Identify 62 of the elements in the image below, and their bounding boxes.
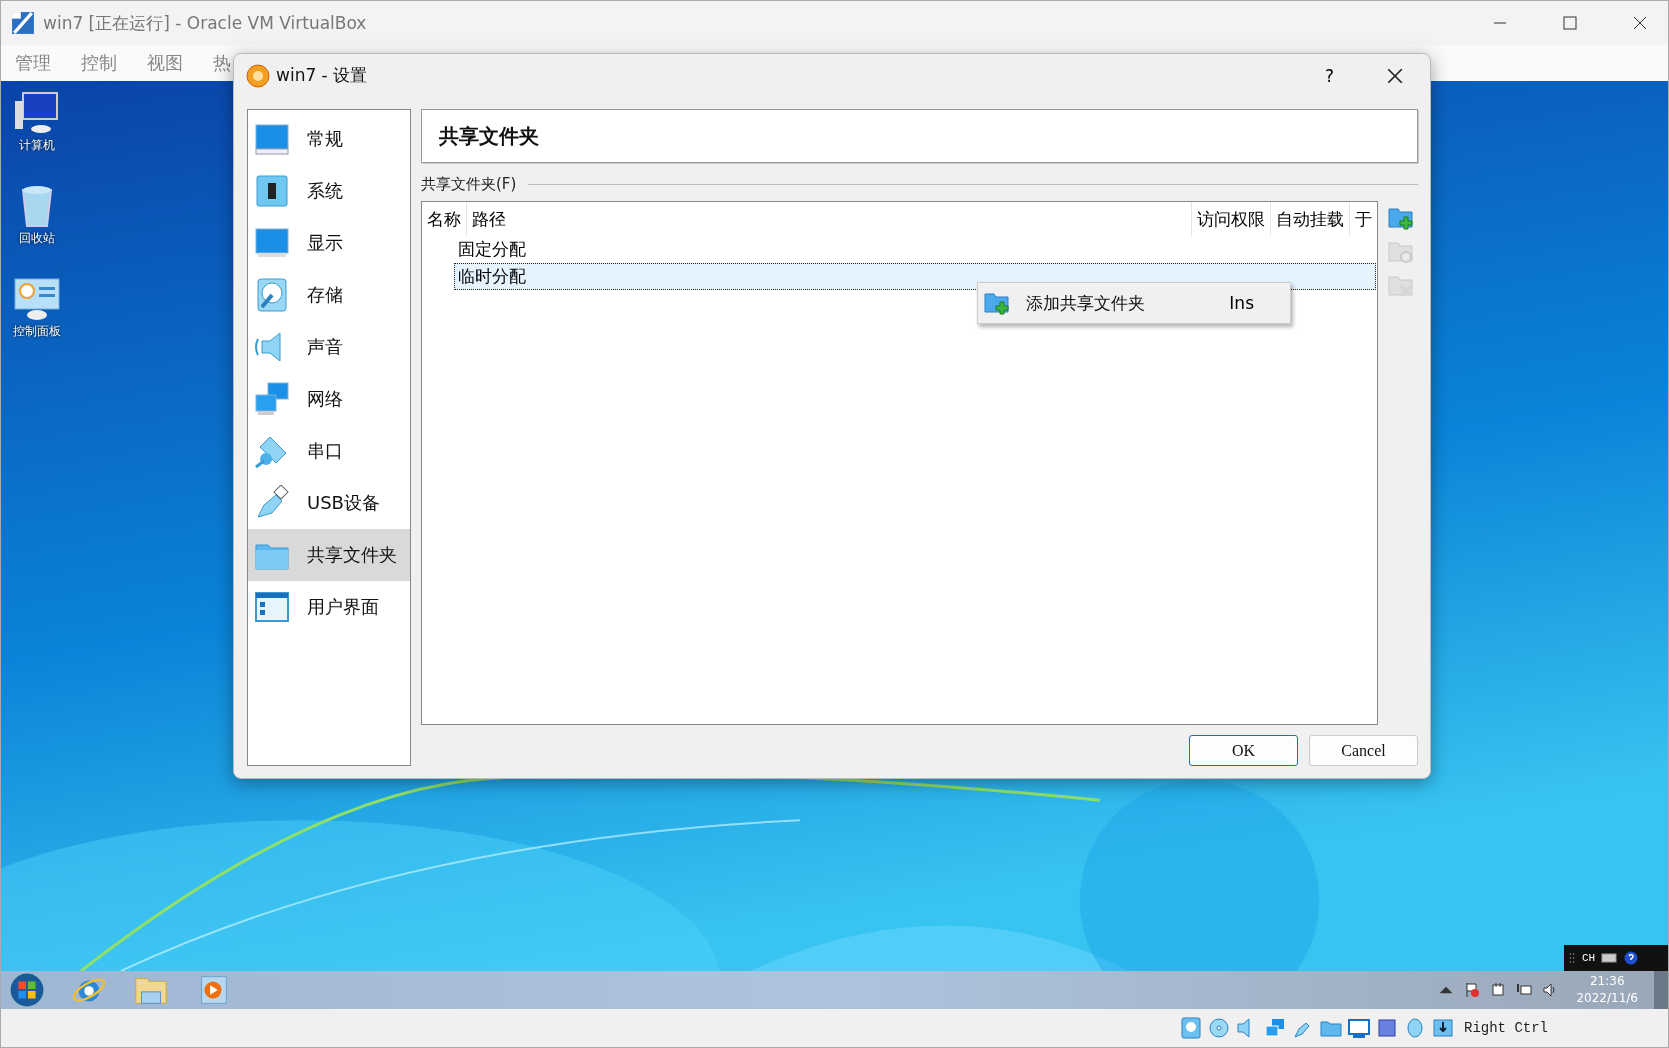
monitor-icon: [254, 121, 290, 157]
column-header[interactable]: 于: [1350, 202, 1377, 236]
desktop-icon-label: 回收站: [19, 230, 55, 247]
ok-button[interactable]: OK: [1189, 735, 1298, 766]
menu-item[interactable]: 添加共享文件夹: [1026, 291, 1145, 315]
sidebar-item[interactable]: 网络: [248, 373, 410, 425]
maximize-icon[interactable]: [1562, 15, 1578, 31]
desktop-icon-label: 控制面板: [13, 323, 61, 340]
dialog-title: win7 - 设置: [276, 64, 368, 87]
sidebar-item[interactable]: 存储: [248, 269, 410, 321]
sidebar-item[interactable]: 共享文件夹: [248, 529, 410, 581]
clock-time: 21:36: [1589, 973, 1625, 990]
column-header[interactable]: 访问权限: [1192, 202, 1271, 236]
table-row[interactable]: 临时分配: [454, 263, 1376, 290]
keyboard-capture-icon[interactable]: [1432, 1017, 1454, 1039]
desktop-icon-label: 计算机: [19, 137, 55, 154]
menu-item[interactable]: 控制: [81, 51, 117, 75]
close-icon[interactable]: [1632, 15, 1648, 31]
help-icon[interactable]: [1623, 951, 1640, 965]
add-folder-icon[interactable]: [1388, 205, 1414, 231]
mouse-icon[interactable]: [1404, 1017, 1426, 1039]
monitor-icon[interactable]: [1348, 1017, 1370, 1039]
network-icon[interactable]: [1516, 982, 1533, 998]
chip-icon[interactable]: [1376, 1017, 1398, 1039]
clock-date: 2022/11/6: [1576, 990, 1638, 1007]
table-row[interactable]: 固定分配: [454, 236, 1376, 263]
sidebar-item[interactable]: 声音: [248, 321, 410, 373]
optical-disc-icon[interactable]: [1208, 1017, 1230, 1039]
host-key-label: Right Ctrl: [1464, 1020, 1548, 1036]
window-icon: [254, 589, 290, 625]
close-icon[interactable]: [1386, 66, 1404, 85]
section-header: 共享文件夹: [421, 109, 1418, 163]
sidebar-item[interactable]: 用户界面: [248, 581, 410, 633]
window-title: win7 [正在运行] - Oracle VM VirtualBox: [43, 11, 367, 35]
keyboard-icon[interactable]: [1601, 951, 1618, 965]
usb-plug-icon: [254, 485, 290, 521]
sidebar-item[interactable]: 系统: [248, 165, 410, 217]
help-button[interactable]: ?: [1324, 65, 1334, 86]
sidebar-item[interactable]: 显示: [248, 217, 410, 269]
sidebar-item[interactable]: 串口: [248, 425, 410, 477]
control-panel-icon[interactable]: [13, 275, 61, 323]
column-header[interactable]: 名称: [422, 202, 467, 236]
menu-item[interactable]: 热: [213, 51, 231, 75]
flag-icon[interactable]: [1464, 982, 1481, 998]
power-plug-icon[interactable]: [1490, 982, 1507, 998]
sidebar-item[interactable]: 常规: [248, 113, 410, 165]
add-folder-icon[interactable]: [984, 290, 1010, 316]
monitors-icon[interactable]: [1264, 1017, 1286, 1039]
monitors-icon: [254, 381, 290, 417]
column-header[interactable]: 自动挂载: [1271, 202, 1350, 236]
chip-icon: [254, 173, 290, 209]
column-header[interactable]: 路径: [467, 202, 1192, 236]
group-label: 共享文件夹(F): [421, 174, 517, 194]
app-icon: [11, 11, 35, 35]
start-button[interactable]: [7, 971, 47, 1009]
menu-item[interactable]: 视图: [147, 51, 183, 75]
sidebar-item[interactable]: USB设备: [248, 477, 410, 529]
input-language[interactable]: CH: [1582, 952, 1596, 964]
gear-icon: [246, 63, 270, 88]
grip-icon[interactable]: [1568, 950, 1576, 966]
cancel-button[interactable]: Cancel: [1309, 735, 1418, 766]
shortcut-label: Ins: [1229, 293, 1254, 313]
